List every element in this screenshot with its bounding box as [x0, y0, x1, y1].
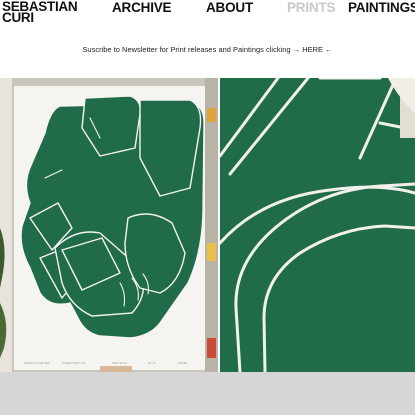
site-logo[interactable]: SEBASTIAN CURI [2, 0, 82, 24]
nav-prints[interactable]: PRINTS [287, 1, 336, 15]
green-hand-print-artwork-icon: SEBASTIAN CURI 2020 SCREEN PRINT 1/30 HA… [0, 78, 218, 372]
newsletter-link[interactable]: → HERE ← [293, 45, 333, 54]
print-gallery: SEBASTIAN CURI 2020 SCREEN PRINT 1/30 HA… [0, 78, 415, 372]
green-print-detail-closeup-icon [220, 78, 415, 372]
newsletter-banner: Suscribe to Newsletter for Print release… [0, 45, 415, 55]
nav-about[interactable]: ABOUT [206, 1, 253, 15]
site-header: SEBASTIAN CURI ARCHIVE ABOUT PRINTS PAIN… [0, 0, 415, 30]
page-footer-band [0, 372, 415, 415]
svg-text:HAND STUDY: HAND STUDY [112, 362, 128, 365]
gallery-image-print[interactable]: SEBASTIAN CURI 2020 SCREEN PRINT 1/30 HA… [0, 78, 218, 372]
gallery-image-detail[interactable] [220, 78, 415, 372]
svg-text:SEBASTIAN CURI 2020: SEBASTIAN CURI 2020 [24, 362, 51, 365]
svg-text:SIGNED: SIGNED [178, 362, 187, 365]
nav-paintings[interactable]: PAINTINGS [348, 1, 415, 15]
nav-archive[interactable]: ARCHIVE [112, 1, 172, 15]
newsletter-text: Suscribe to Newsletter for Print release… [82, 45, 291, 54]
svg-text:50 x 70: 50 x 70 [148, 362, 157, 365]
svg-text:SCREEN PRINT 1/30: SCREEN PRINT 1/30 [62, 362, 86, 365]
